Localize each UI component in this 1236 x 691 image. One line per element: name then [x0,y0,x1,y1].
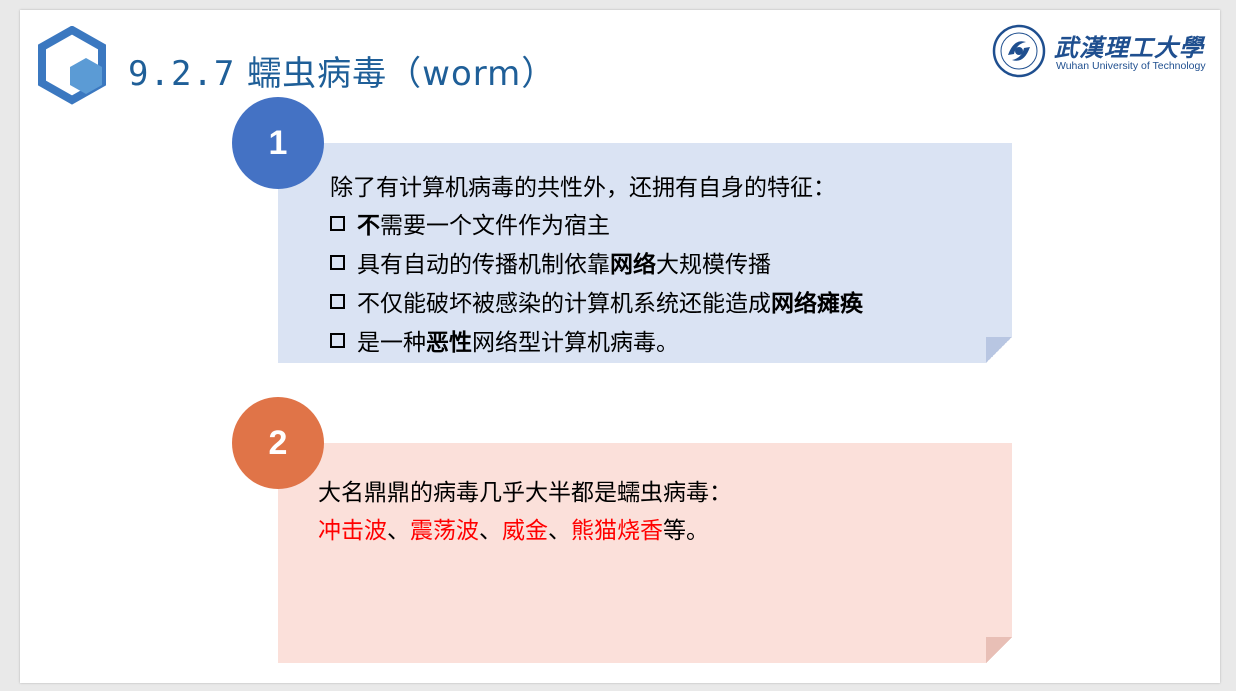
number-badge-1: 1 [232,97,324,189]
item-text: 是一种 [357,330,426,356]
bold-text: 网络瘫痪 [771,291,863,317]
item-text: 网络型计算机病毒。 [472,330,679,356]
virus-name: 熊猫烧香 [571,518,663,544]
title-text: 蠕虫病毒（worm） [247,54,557,94]
list-item: 不需要一个文件作为宿主 [330,211,610,241]
page-title: 9.2.7 蠕虫病毒（worm） [128,46,556,95]
university-name-en: Wuhan University of Technology [1056,60,1206,72]
list-item: 不仅能破坏被感染的计算机系统还能造成网络瘫痪 [330,289,863,319]
title-number: 9.2.7 [128,54,236,94]
item-text: 大规模传播 [656,252,771,278]
list-item: 具有自动的传播机制依靠网络大规模传播 [330,250,771,280]
item-text: 需要一个文件作为宿主 [380,213,610,239]
slide: 9.2.7 蠕虫病毒（worm） 武漢理工大學 Wuhan University… [20,10,1220,683]
item-text: 具有自动的传播机制依靠 [357,252,610,278]
virus-name: 冲击波 [318,518,387,544]
list-item: 是一种恶性网络型计算机病毒。 [330,328,679,358]
virus-name: 威金 [502,518,548,544]
virus-name: 震荡波 [410,518,479,544]
virus-examples: 冲击波、震荡波、威金、熊猫烧香等。 [318,516,709,546]
hexagon-logo-icon [38,26,106,105]
university-emblem-icon [992,24,1046,78]
bold-text: 网络 [610,252,656,278]
square-bullet-icon [330,216,345,231]
example-card [278,443,1012,663]
separator: 、 [479,518,502,544]
page-curl-icon [986,337,1012,363]
bold-text: 恶性 [426,330,472,356]
bold-text: 不 [357,213,380,239]
university-logo: 武漢理工大學 Wuhan University of Technology [990,22,1210,82]
separator: 、 [387,518,410,544]
card1-intro: 除了有计算机病毒的共性外，还拥有自身的特征： [330,175,836,201]
square-bullet-icon [330,294,345,309]
square-bullet-icon [330,333,345,348]
number-badge-2: 2 [232,397,324,489]
tail-text: 等。 [663,518,709,544]
card2-intro: 大名鼎鼎的病毒几乎大半都是蠕虫病毒： [318,480,732,506]
separator: 、 [548,518,571,544]
university-name-cn: 武漢理工大學 [1054,33,1204,62]
item-text: 不仅能破坏被感染的计算机系统还能造成 [357,291,771,317]
page-curl-icon [986,637,1012,663]
square-bullet-icon [330,255,345,270]
